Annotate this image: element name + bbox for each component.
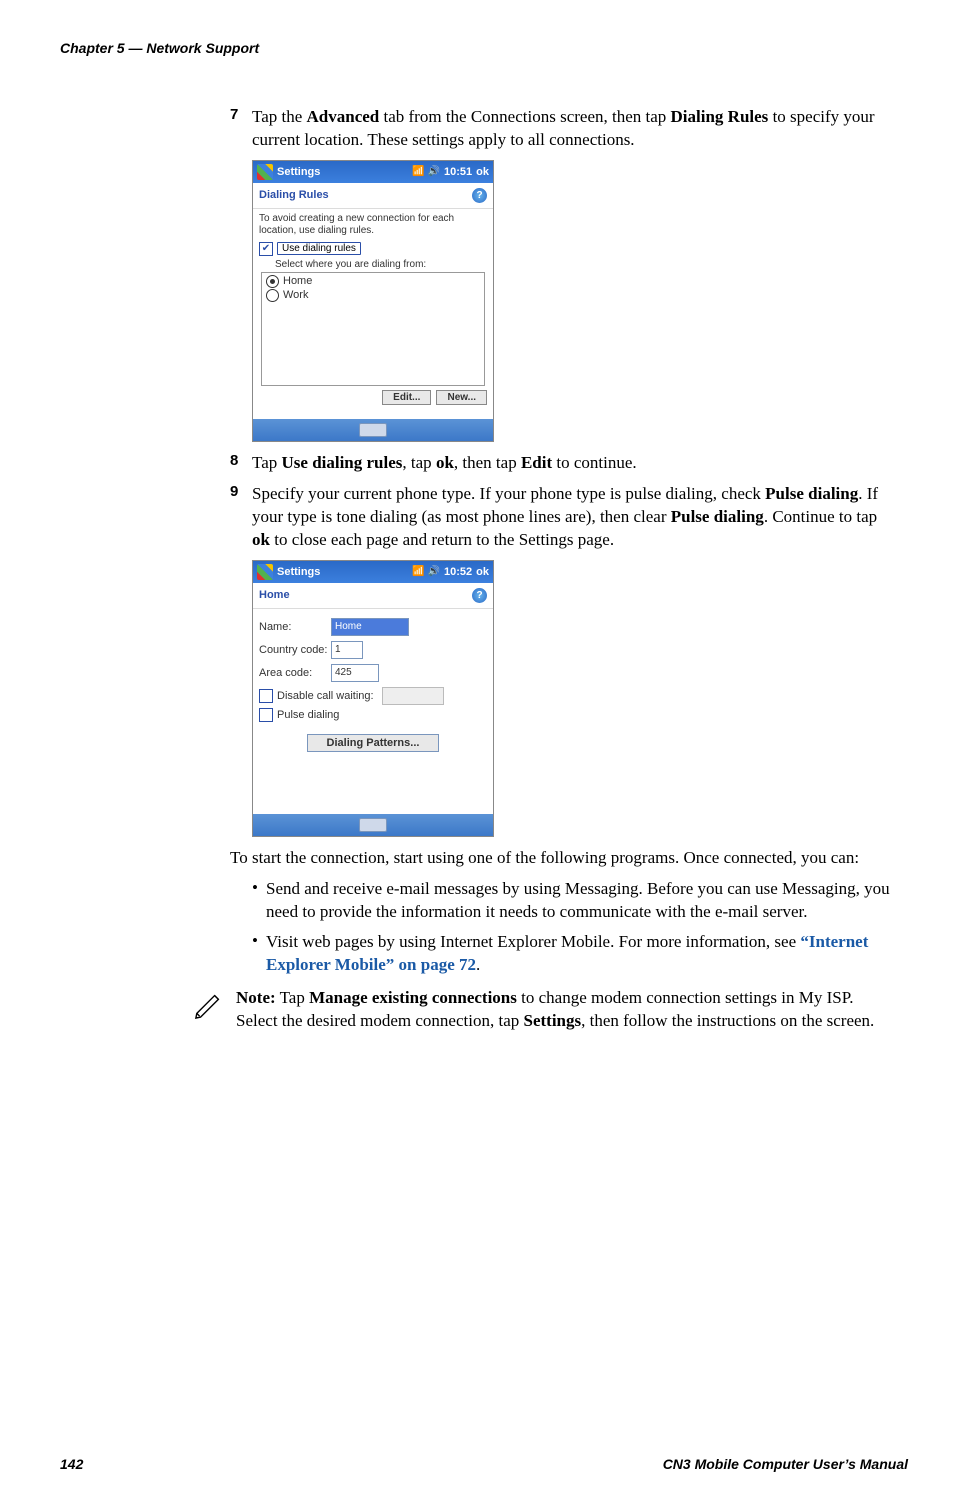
step-text: Specify your current phone type. If your… — [252, 483, 898, 552]
text: to close each page and return to the Set… — [270, 530, 614, 549]
text: to continue. — [552, 453, 637, 472]
text: Specify your current phone type. If your… — [252, 484, 765, 503]
start-icon — [257, 164, 273, 180]
name-field[interactable]: Home — [331, 618, 409, 636]
step-text: Tap the Advanced tab from the Connection… — [252, 106, 898, 152]
country-code-label: Country code: — [259, 644, 331, 656]
text: , tap — [402, 453, 436, 472]
info-text: To avoid creating a new connection for e… — [259, 213, 487, 238]
text-bold: ok — [436, 453, 454, 472]
pulse-dialing-checkbox[interactable] — [259, 708, 273, 722]
running-head: Chapter 5 — Network Support — [60, 40, 908, 56]
country-code-field[interactable]: 1 — [331, 641, 363, 659]
text: . Continue to tap — [764, 507, 877, 526]
text: , then follow the instructions on the sc… — [581, 1011, 874, 1030]
dialing-patterns-button[interactable]: Dialing Patterns... — [307, 734, 439, 752]
step-number: 9 — [230, 483, 252, 552]
text-bold: Advanced — [307, 107, 380, 126]
text-bold: Pulse dialing — [671, 507, 764, 526]
text: Tap the — [252, 107, 307, 126]
ok-button[interactable]: ok — [476, 566, 489, 578]
footer: 142 CN3 Mobile Computer User’s Manual — [60, 1456, 908, 1472]
text-bold: Pulse dialing — [765, 484, 858, 503]
area-code-label: Area code: — [259, 667, 331, 679]
signal-icon: 📶 🔊 — [412, 566, 440, 577]
use-dialing-rules-checkbox[interactable] — [259, 242, 273, 256]
new-button[interactable]: New... — [436, 390, 487, 405]
status-time: 10:51 — [444, 166, 472, 178]
screenshot-home-settings: Settings 📶 🔊 10:52 ok Home ? Name: Home … — [252, 560, 494, 837]
step-number: 7 — [230, 106, 252, 152]
radio-work[interactable] — [266, 289, 279, 302]
text: Tap — [276, 988, 309, 1007]
screen-title: Home — [259, 589, 290, 601]
disable-call-waiting-checkbox[interactable] — [259, 689, 273, 703]
text: Tap — [252, 453, 282, 472]
text: tab from the Connections screen, then ta… — [379, 107, 670, 126]
select-from-label: Select where you are dialing from: — [275, 259, 487, 270]
status-time: 10:52 — [444, 566, 472, 578]
name-label: Name: — [259, 621, 331, 633]
note-icon — [194, 987, 224, 1033]
page-number: 142 — [60, 1456, 83, 1472]
soft-bar: Edit — [253, 814, 493, 836]
step-number: 8 — [230, 452, 252, 475]
text-bold: Note: — [236, 988, 276, 1007]
text: , then tap — [454, 453, 521, 472]
status-bar: Settings 📶 🔊 10:52 ok — [253, 561, 493, 583]
bullet-item: • Send and receive e-mail messages by us… — [252, 878, 898, 924]
edit-button[interactable]: Edit... — [382, 390, 431, 405]
ok-button[interactable]: ok — [476, 166, 489, 178]
text-bold: Dialing Rules — [671, 107, 769, 126]
step-7: 7 Tap the Advanced tab from the Connecti… — [230, 106, 898, 152]
status-title: Settings — [277, 166, 320, 178]
text-bold: Manage existing connections — [309, 988, 517, 1007]
bullet-text: Visit web pages by using Internet Explor… — [266, 931, 898, 977]
step-9: 9 Specify your current phone type. If yo… — [230, 483, 898, 552]
help-icon[interactable]: ? — [472, 188, 487, 203]
keyboard-icon[interactable] — [359, 423, 387, 437]
use-dialing-rules-label: Use dialing rules — [277, 242, 361, 255]
status-title: Settings — [277, 566, 320, 578]
soft-edit[interactable]: Edit — [60, 819, 81, 831]
help-icon[interactable]: ? — [472, 588, 487, 603]
bullet-text: Send and receive e-mail messages by usin… — [266, 878, 898, 924]
title-bar: Home ? — [253, 583, 493, 609]
text-bold: Use dialing rules — [282, 453, 403, 472]
screenshot-dialing-rules: Settings 📶 🔊 10:51 ok Dialing Rules ? To… — [252, 160, 494, 442]
screen-title: Dialing Rules — [259, 189, 329, 201]
footer-title: CN3 Mobile Computer User’s Manual — [663, 1456, 908, 1472]
status-bar: Settings 📶 🔊 10:51 ok — [253, 161, 493, 183]
radio-home[interactable] — [266, 275, 279, 288]
bullet-dot: • — [252, 878, 266, 924]
title-bar: Dialing Rules ? — [253, 183, 493, 209]
paragraph: To start the connection, start using one… — [230, 847, 898, 870]
text-bold: ok — [252, 530, 270, 549]
bullet-dot: • — [252, 931, 266, 977]
option-work: Work — [283, 289, 308, 301]
start-icon — [257, 564, 273, 580]
note-text: Note: Tap Manage existing connections to… — [236, 987, 898, 1033]
text-bold: Edit — [521, 453, 552, 472]
step-8: 8 Tap Use dialing rules, tap ok, then ta… — [230, 452, 898, 475]
pulse-dialing-label: Pulse dialing — [277, 709, 339, 721]
text: Visit web pages by using Internet Explor… — [266, 932, 800, 951]
bullet-item: • Visit web pages by using Internet Expl… — [252, 931, 898, 977]
note-block: Note: Tap Manage existing connections to… — [194, 987, 898, 1033]
signal-icon: 📶 🔊 — [412, 166, 440, 177]
step-text: Tap Use dialing rules, tap ok, then tap … — [252, 452, 637, 475]
call-waiting-dropdown[interactable] — [382, 687, 444, 705]
soft-bar — [253, 419, 493, 441]
option-home: Home — [283, 275, 312, 287]
area-code-field[interactable]: 425 — [331, 664, 379, 682]
text-bold: Settings — [524, 1011, 582, 1030]
disable-call-waiting-label: Disable call waiting: — [277, 690, 374, 702]
location-listbox[interactable]: Home Work — [261, 272, 485, 386]
keyboard-icon[interactable] — [359, 818, 387, 832]
text: . — [476, 955, 480, 974]
